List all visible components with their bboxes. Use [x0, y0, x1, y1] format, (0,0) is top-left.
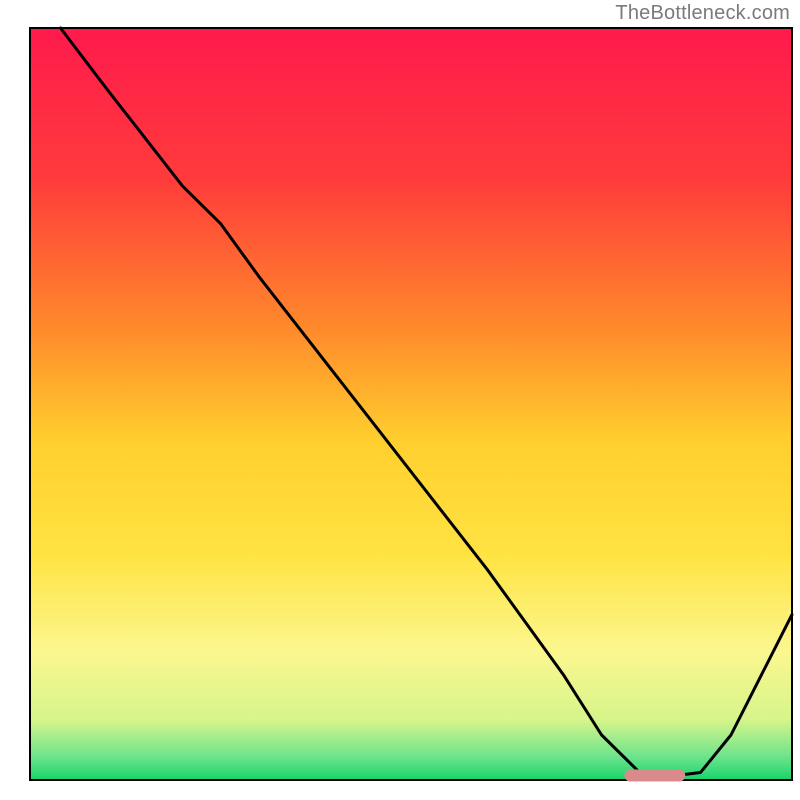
- optimal-range-marker: [624, 769, 685, 781]
- chart-stage: TheBottleneck.com: [0, 0, 800, 800]
- plot-area: [30, 28, 792, 781]
- bottleneck-chart: [0, 0, 800, 800]
- heat-gradient: [30, 28, 792, 780]
